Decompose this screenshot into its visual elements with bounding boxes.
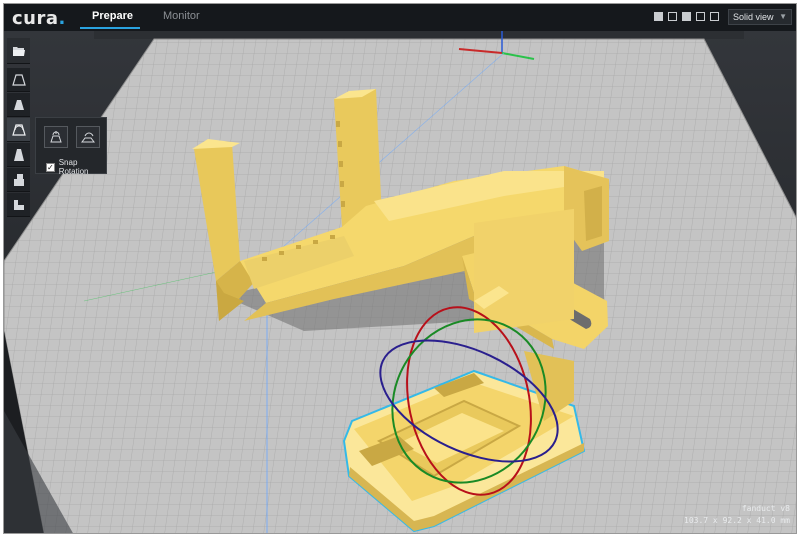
model-name: fanduct v8 <box>741 504 790 513</box>
scale-icon <box>13 99 24 110</box>
left-view-icon[interactable] <box>696 12 705 21</box>
3d-viewport[interactable] <box>4 31 797 534</box>
lay-flat-button[interactable] <box>76 126 100 148</box>
open-file-button[interactable] <box>7 38 30 64</box>
rotate-tool-panel: ✓ Snap Rotation <box>35 117 107 176</box>
cura-window: cura. Prepare Monitor Solid view ▼ ✓ Sna… <box>3 3 797 534</box>
snap-rotation-option[interactable]: ✓ Snap Rotation <box>46 158 106 176</box>
reset-rotation-button[interactable] <box>44 126 68 148</box>
snap-rotation-checkbox[interactable]: ✓ <box>46 162 55 172</box>
scale-tool-button[interactable] <box>7 93 30 117</box>
3d-view-icon[interactable] <box>654 12 663 21</box>
cura-logo: cura. <box>12 8 66 29</box>
support-blocker-icon <box>13 199 24 210</box>
view-mode-value: Solid view <box>733 12 774 22</box>
model-dimensions: 103.7 x 92.2 x 41.0 mm <box>684 516 790 525</box>
snap-rotation-label: Snap Rotation <box>58 158 89 176</box>
tab-prepare[interactable]: Prepare <box>92 10 133 22</box>
active-tab-indicator <box>80 27 140 29</box>
front-view-icon[interactable] <box>668 12 677 21</box>
support-blocker-button[interactable] <box>7 193 30 217</box>
model-info: fanduct v8 103.7 x 92.2 x 41.0 mm <box>684 503 790 527</box>
rotate-tool-button[interactable] <box>7 118 30 142</box>
build-plate-scene[interactable] <box>4 31 797 534</box>
translate-icon <box>11 73 26 86</box>
per-model-settings-icon <box>13 173 24 186</box>
tab-monitor[interactable]: Monitor <box>163 10 200 22</box>
translate-tool-button[interactable] <box>7 68 30 92</box>
top-bar: cura. Prepare Monitor Solid view ▼ <box>4 4 796 31</box>
view-mode-select[interactable]: Solid view ▼ <box>728 9 792 25</box>
open-file-icon <box>12 46 25 56</box>
reset-rotation-icon <box>50 131 62 143</box>
mirror-icon <box>13 148 24 161</box>
mirror-tool-button[interactable] <box>7 143 30 167</box>
lay-flat-icon <box>81 132 95 143</box>
chevron-down-icon: ▼ <box>779 12 787 21</box>
per-model-settings-button[interactable] <box>7 168 30 192</box>
rotate-icon <box>11 123 26 136</box>
right-view-icon[interactable] <box>710 12 719 21</box>
top-view-icon[interactable] <box>682 12 691 21</box>
